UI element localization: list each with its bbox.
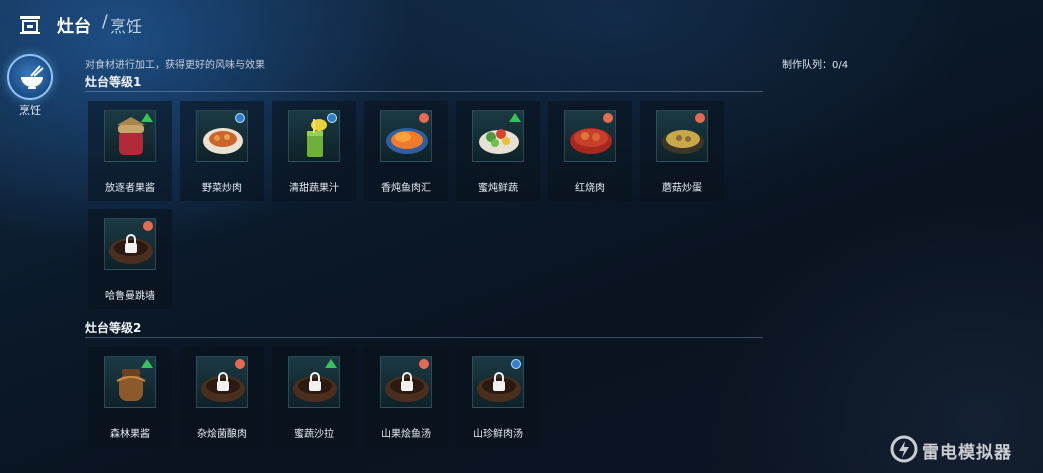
tab-cooking[interactable]: 烹饪: [7, 54, 55, 118]
recipe-card[interactable]: 红烧肉: [548, 101, 632, 201]
favorite-badge-icon: [235, 359, 245, 369]
top-bar: 灶台 / 烹饪: [0, 0, 1043, 48]
recipe-name: 清甜蔬果汁: [289, 183, 339, 194]
dish-icon: [380, 110, 432, 162]
recipe-name: 香炖鱼肉汇: [381, 183, 431, 194]
recipe-card[interactable]: 蜜炖鲜蔬: [456, 101, 540, 201]
favorite-badge-icon: [419, 359, 429, 369]
upgrade-badge-icon: [141, 359, 153, 368]
recipe-card[interactable]: 清甜蔬果汁: [272, 101, 356, 201]
recipe-name: 放逐者果酱: [105, 183, 155, 194]
buff-badge-icon: [235, 113, 245, 123]
locked-recipe-icon: [104, 218, 156, 270]
favorite-badge-icon: [695, 113, 705, 123]
recipe-name: 蜜蔬沙拉: [294, 429, 334, 440]
tab-cooking-label: 烹饪: [19, 104, 41, 117]
locked-recipe-icon: [196, 356, 248, 408]
upgrade-badge-icon: [325, 359, 337, 368]
recipe-name: 哈鲁曼跳墙: [105, 291, 155, 302]
watermark: 雷电模拟器: [890, 435, 1035, 465]
recipe-name: 山珍鲜肉汤: [473, 429, 523, 440]
upgrade-badge-icon: [141, 113, 153, 122]
favorite-badge-icon: [419, 113, 429, 123]
dish-icon: [288, 110, 340, 162]
page-title: 灶台: [57, 17, 91, 37]
recipe-name: 红烧肉: [575, 183, 605, 194]
upgrade-badge-icon: [509, 113, 521, 122]
recipe-name: 野菜炒肉: [202, 183, 242, 194]
section-divider: [85, 91, 763, 92]
recipe-card[interactable]: 蘑菇炒蛋: [640, 101, 724, 201]
recipe-name: 蘑菇炒蛋: [662, 183, 702, 194]
buff-badge-icon: [327, 113, 337, 123]
recipe-card[interactable]: 山果烩鱼汤: [364, 347, 448, 447]
recipe-name: 杂烩菌酿肉: [197, 429, 247, 440]
title-separator: /: [102, 12, 108, 32]
recipe-card[interactable]: 山珍鲜肉汤: [456, 347, 540, 447]
recipe-name: 蜜炖鲜蔬: [478, 183, 518, 194]
locked-recipe-icon: [288, 356, 340, 408]
dish-icon: [472, 110, 524, 162]
stove-icon[interactable]: [18, 12, 42, 36]
locked-recipe-icon: [380, 356, 432, 408]
description-text: 对食材进行加工，获得更好的风味与效果: [85, 60, 265, 71]
buff-badge-icon: [511, 359, 521, 369]
section-divider: [85, 337, 763, 338]
recipe-card[interactable]: 蜜蔬沙拉: [272, 347, 356, 447]
recipe-name: 森林果酱: [110, 429, 150, 440]
recipe-card[interactable]: 放逐者果酱: [88, 101, 172, 201]
locked-recipe-icon: [472, 356, 524, 408]
favorite-badge-icon: [143, 221, 153, 231]
section-title-level-1: 灶台等级1: [85, 75, 142, 89]
page-subtitle: 烹饪: [110, 17, 143, 36]
favorite-badge-icon: [603, 113, 613, 123]
recipe-name: 山果烩鱼汤: [381, 429, 431, 440]
production-queue: 制作队列：0/4: [782, 60, 849, 71]
cooking-bowl-icon: [7, 54, 53, 100]
recipe-card[interactable]: 森林果酱: [88, 347, 172, 447]
recipe-card[interactable]: 野菜炒肉: [180, 101, 264, 201]
dish-icon: [564, 110, 616, 162]
watermark-text: 雷电模拟器: [922, 443, 1012, 463]
section-title-level-2: 灶台等级2: [85, 321, 142, 335]
dish-icon: [104, 356, 156, 408]
leidian-logo-icon: [890, 435, 918, 463]
dish-icon: [656, 110, 708, 162]
recipe-card[interactable]: 香炖鱼肉汇: [364, 101, 448, 201]
dish-icon: [196, 110, 248, 162]
recipe-card[interactable]: 哈鲁曼跳墙: [88, 209, 172, 309]
recipe-card[interactable]: 杂烩菌酿肉: [180, 347, 264, 447]
dish-icon: [104, 110, 156, 162]
